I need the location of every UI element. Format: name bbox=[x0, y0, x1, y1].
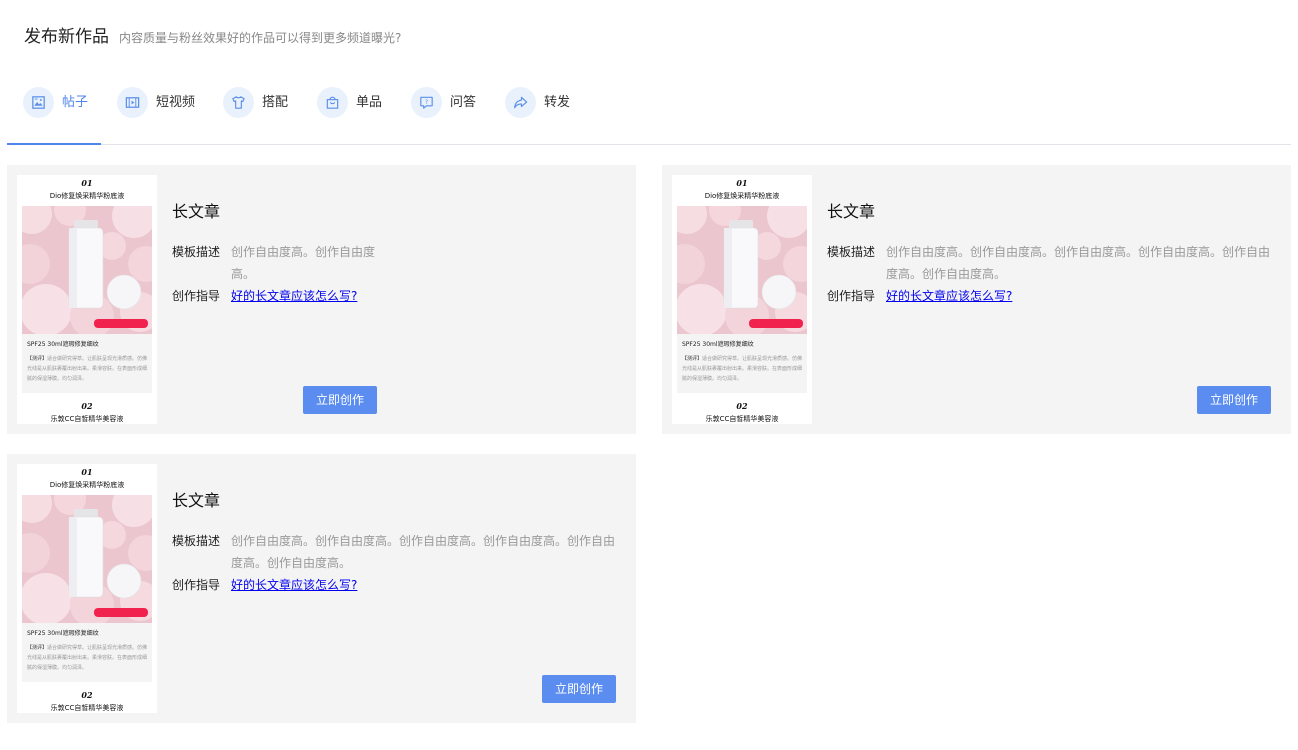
thumbnail-desc-title: SPF25 30ml遮瑕修复细纹 bbox=[682, 341, 754, 348]
thumbnail-number: 01 bbox=[81, 467, 93, 477]
tshirt-icon bbox=[223, 87, 254, 118]
template-description-label: 模板描述 bbox=[172, 534, 221, 548]
guide-label: 创作指导 bbox=[827, 289, 876, 303]
thumbnail-number: 02 bbox=[81, 690, 93, 700]
template-preview-thumbnail: 01 Dio修复焕采精华粉底液 SPF25 30ml遮瑕修复细纹 【测评】适合做… bbox=[17, 175, 157, 424]
thumbnail-product-name: 乐敦CC自皙精华美容液 bbox=[50, 415, 124, 423]
tab-post[interactable]: 帖子 bbox=[23, 87, 88, 145]
page-header: 发布新作品 内容质量与粉丝效果好的作品可以得到更多频道曝光? bbox=[24, 22, 401, 47]
template-card: 01 Dio修复焕采精华粉底液 SPF25 30ml遮瑕修复细纹 【测评】适合做… bbox=[7, 454, 636, 723]
tab-label: 帖子 bbox=[62, 95, 89, 110]
thumbnail-product-name: 乐敦CC自皙精华美容液 bbox=[705, 415, 779, 423]
page-title: 发布新作品 bbox=[24, 27, 109, 47]
guide-row: 创作指导 好的长文章应该怎么写? bbox=[827, 285, 1012, 307]
guide-row: 创作指导 好的长文章应该怎么写? bbox=[172, 285, 357, 307]
template-title: 长文章 bbox=[172, 491, 221, 510]
template-description-row: 模板描述 创作自由度高。创作自由度高。创作自由度高。创作自由度高。创作自由 度高。… bbox=[172, 530, 615, 574]
thumbnail-product-name: Dio修复焕采精华粉底液 bbox=[49, 192, 125, 200]
product-photo bbox=[677, 206, 807, 334]
create-now-button[interactable]: 立即创作 bbox=[1197, 386, 1271, 414]
guide-row: 创作指导 好的长文章应该怎么写? bbox=[172, 574, 357, 596]
svg-text:?: ? bbox=[425, 99, 428, 106]
template-description-label: 模板描述 bbox=[827, 245, 876, 259]
product-photo bbox=[22, 206, 152, 334]
image-post-icon bbox=[23, 87, 54, 118]
thumbnail-number: 01 bbox=[81, 178, 93, 188]
thumbnail-product-name: Dio修复焕采精华粉底液 bbox=[704, 192, 780, 200]
product-photo bbox=[22, 495, 152, 623]
template-card: 01 Dio修复焕采精华粉底液 SPF25 30ml遮瑕修复细纹 【测评】适合做… bbox=[7, 165, 636, 434]
template-description-row: 模板描述 创作自由度高。创作自由度高。创作自由度高。创作自由度高。创作自由 度高。… bbox=[827, 241, 1270, 285]
tab-qa[interactable]: ? 问答 bbox=[411, 87, 476, 145]
template-description-row: 模板描述 创作自由度高。创作自由度 高。 bbox=[172, 241, 375, 285]
guide-label: 创作指导 bbox=[172, 289, 221, 303]
guide-link[interactable]: 好的长文章应该怎么写? bbox=[886, 285, 1012, 307]
thumbnail-product-name: Dio修复焕采精华粉底液 bbox=[49, 481, 125, 489]
qa-chat-icon: ? bbox=[411, 87, 442, 118]
tab-label: 单品 bbox=[356, 95, 383, 110]
thumbnail-number: 02 bbox=[81, 401, 93, 411]
tab-label: 问答 bbox=[450, 95, 477, 110]
template-title: 长文章 bbox=[172, 202, 221, 221]
template-title: 长文章 bbox=[827, 202, 876, 221]
thumbnail-number: 02 bbox=[736, 401, 748, 411]
tab-repost[interactable]: 转发 bbox=[505, 87, 570, 145]
template-description-text: 创作自由度高。创作自由度 高。 bbox=[231, 245, 376, 281]
template-preview-thumbnail: 01 Dio修复焕采精华粉底液 SPF25 30ml遮瑕修复细纹 【测评】适合做… bbox=[17, 464, 157, 713]
template-description-text: 创作自由度高。创作自由度高。创作自由度高。创作自由度高。创作自由 度高。创作自由度… bbox=[231, 534, 616, 570]
active-tab-indicator bbox=[7, 143, 101, 145]
thumbnail-desc-title: SPF25 30ml遮瑕修复细纹 bbox=[27, 341, 99, 348]
template-card: 01 Dio修复焕采精华粉底液 SPF25 30ml遮瑕修复细纹 【测评】适合做… bbox=[662, 165, 1291, 434]
thumbnail-desc-text: 【测评】适合做研究得草。让肌肤呈现光滑质感。仿佛光线是从肌肤裹覆出射出来。柔滑容… bbox=[27, 356, 148, 382]
create-now-button[interactable]: 立即创作 bbox=[303, 386, 377, 414]
share-arrow-icon bbox=[505, 87, 536, 118]
template-preview-thumbnail: 01 Dio修复焕采精华粉底液 SPF25 30ml遮瑕修复细纹 【测评】适合做… bbox=[672, 175, 812, 424]
guide-link[interactable]: 好的长文章应该怎么写? bbox=[231, 574, 357, 596]
guide-label: 创作指导 bbox=[172, 578, 221, 592]
thumbnail-number: 01 bbox=[736, 178, 748, 188]
tab-label: 短视频 bbox=[156, 95, 196, 110]
tab-outfit[interactable]: 搭配 bbox=[223, 87, 288, 145]
template-description-text: 创作自由度高。创作自由度高。创作自由度高。创作自由度高。创作自由 度高。创作自由度… bbox=[886, 245, 1271, 281]
thumbnail-desc-text: 【测评】适合做研究得草。让肌肤呈现光滑质感。仿佛光线是从肌肤裹覆出射出来。柔滑容… bbox=[27, 645, 148, 671]
video-icon bbox=[117, 87, 148, 118]
thumbnail-desc-text: 【测评】适合做研究得草。让肌肤呈现光滑质感。仿佛光线是从肌肤裹覆出射出来。柔滑容… bbox=[682, 356, 803, 382]
tab-label: 转发 bbox=[544, 95, 571, 110]
thumbnail-product-name: 乐敦CC自皙精华美容液 bbox=[50, 704, 124, 712]
shopping-bag-icon bbox=[317, 87, 348, 118]
tab-label: 搭配 bbox=[262, 95, 289, 110]
page-subtitle: 内容质量与粉丝效果好的作品可以得到更多频道曝光? bbox=[119, 31, 402, 45]
template-description-label: 模板描述 bbox=[172, 245, 221, 259]
guide-link[interactable]: 好的长文章应该怎么写? bbox=[231, 285, 357, 307]
create-now-button[interactable]: 立即创作 bbox=[542, 675, 616, 703]
tab-short-video[interactable]: 短视频 bbox=[117, 87, 195, 145]
tab-item[interactable]: 单品 bbox=[317, 87, 382, 145]
publish-type-tabs: 帖子 短视频 搭配 单品 ? 问答 转发 bbox=[7, 82, 1291, 145]
thumbnail-desc-title: SPF25 30ml遮瑕修复细纹 bbox=[27, 630, 99, 637]
